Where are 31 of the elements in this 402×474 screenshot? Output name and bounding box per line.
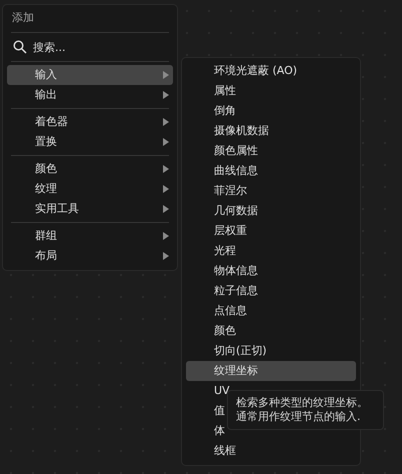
menu-item[interactable]: 纹理坐标 <box>186 361 356 381</box>
menu-item[interactable]: 几何数据 <box>186 201 356 221</box>
menu-item[interactable]: 粒子信息 <box>186 281 356 301</box>
tooltip-text: 检索多种类型的纹理坐标。 <box>236 396 369 410</box>
search-icon <box>13 40 27 54</box>
menu-item[interactable]: 点信息 <box>186 301 356 321</box>
menu-item[interactable]: 属性 <box>186 81 356 101</box>
menu-item[interactable]: 物体信息 <box>186 261 356 281</box>
menu-item[interactable]: 纹理 <box>7 179 173 199</box>
menu-item[interactable]: 切向(正切) <box>186 341 356 361</box>
menu-item[interactable]: 布局 <box>7 246 173 266</box>
menu-item[interactable]: 群组 <box>7 226 173 246</box>
menu-item[interactable]: 着色器 <box>7 112 173 132</box>
tooltip-text: 通常用作纹理节点的输入. <box>236 410 362 424</box>
menu-item[interactable]: 颜色 <box>186 321 356 341</box>
menu-item[interactable]: 曲线信息 <box>186 161 356 181</box>
menu-item[interactable]: 光程 <box>186 241 356 261</box>
menu-item[interactable]: 摄像机数据 <box>186 121 356 141</box>
menu-item[interactable]: 实用工具 <box>7 199 173 219</box>
menu-item[interactable]: 输出 <box>7 85 173 105</box>
menu-item[interactable]: 输入 <box>7 65 173 85</box>
menu-item[interactable]: 置换 <box>7 132 173 152</box>
menu-item[interactable]: 倒角 <box>186 101 356 121</box>
menu-item[interactable]: 颜色 <box>7 159 173 179</box>
menu-item[interactable]: 层权重 <box>186 221 356 241</box>
menu-title: 添加 <box>11 10 35 26</box>
menu-item[interactable]: 线框 <box>186 441 356 461</box>
menu-item[interactable]: 颜色属性 <box>186 141 356 161</box>
search-field[interactable]: 搜索... <box>33 40 153 54</box>
menu-item[interactable]: 环境光遮蔽 (AO) <box>186 61 356 81</box>
menu-item[interactable]: 菲涅尔 <box>186 181 356 201</box>
